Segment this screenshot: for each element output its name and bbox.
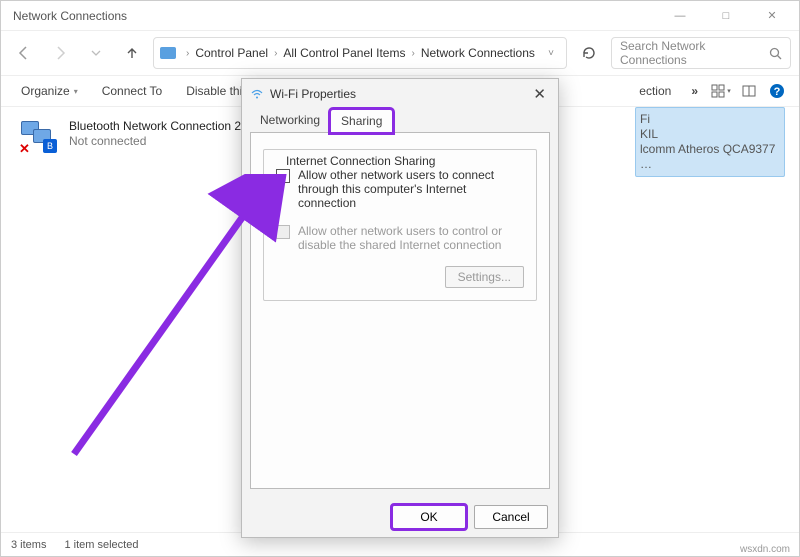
group-label: Internet Connection Sharing: [282, 154, 439, 168]
titlebar: Network Connections — □ ✕: [1, 1, 799, 31]
connect-to-button[interactable]: Connect To: [92, 80, 173, 102]
wifi-line1: Fi: [640, 112, 780, 127]
watermark: wsxdn.com: [740, 544, 790, 555]
nav-bar: › Control Panel › All Control Panel Item…: [1, 31, 799, 75]
truncated-label: ection: [639, 84, 671, 98]
dialog-buttons: OK Cancel: [242, 497, 558, 537]
minimize-button[interactable]: —: [657, 1, 703, 31]
tab-sharing[interactable]: Sharing: [330, 109, 393, 133]
breadcrumb-dropdown[interactable]: ˅: [542, 48, 560, 59]
search-placeholder: Search Network Connections: [620, 39, 763, 67]
window-title: Network Connections: [13, 9, 657, 23]
refresh-icon: [581, 45, 597, 61]
allow-connect-label: Allow other network users to connect thr…: [298, 168, 524, 210]
item-count: 3 items: [11, 539, 46, 551]
breadcrumb[interactable]: › Control Panel › All Control Panel Item…: [153, 37, 567, 69]
tab-networking[interactable]: Networking: [250, 109, 330, 133]
view-icons-button[interactable]: ▾: [709, 79, 733, 103]
ok-button[interactable]: OK: [392, 505, 466, 529]
breadcrumb-item[interactable]: All Control Panel Items: [283, 46, 405, 60]
view-details-button[interactable]: [737, 79, 761, 103]
dialog-title: Wi-Fi Properties: [270, 87, 356, 101]
wifi-icon: [250, 87, 264, 101]
allow-connect-row[interactable]: Allow other network users to connect thr…: [276, 168, 524, 210]
window-controls: — □ ✕: [657, 1, 795, 31]
help-button[interactable]: ?: [765, 79, 789, 103]
cancel-button[interactable]: Cancel: [474, 505, 548, 529]
refresh-button[interactable]: [573, 37, 605, 69]
overflow-menu[interactable]: »: [685, 84, 705, 98]
up-button[interactable]: [117, 38, 147, 68]
connection-wifi-partial[interactable]: Fi KIL lcomm Atheros QCA9377 …: [635, 107, 785, 177]
pc-icon: [160, 47, 176, 59]
dialog-titlebar: Wi-Fi Properties ✕: [242, 79, 558, 109]
allow-control-checkbox: [276, 225, 290, 239]
chevron-down-icon: [91, 48, 101, 58]
bluetooth-badge-icon: B: [43, 139, 57, 153]
allow-connect-checkbox[interactable]: [276, 169, 290, 183]
allow-control-label: Allow other network users to control or …: [298, 224, 524, 252]
recent-dropdown[interactable]: [81, 38, 111, 68]
organize-menu[interactable]: Organize▾: [11, 80, 88, 102]
breadcrumb-sep: ›: [270, 48, 281, 59]
forward-button[interactable]: [45, 38, 75, 68]
wifi-properties-dialog: Wi-Fi Properties ✕ Networking Sharing In…: [241, 78, 559, 538]
bluetooth-connection-icon: ✕ B: [19, 119, 59, 155]
wifi-line2: KIL: [640, 127, 780, 142]
close-button[interactable]: ✕: [749, 1, 795, 31]
settings-button: Settings...: [445, 266, 524, 288]
dialog-tabs: Networking Sharing: [242, 109, 558, 133]
sharing-group: Internet Connection Sharing Allow other …: [263, 149, 537, 301]
search-box[interactable]: Search Network Connections: [611, 37, 791, 69]
allow-control-row: Allow other network users to control or …: [276, 224, 524, 252]
dialog-body: Internet Connection Sharing Allow other …: [250, 132, 550, 489]
error-x-icon: ✕: [19, 141, 33, 155]
organize-label: Organize: [21, 84, 70, 98]
arrow-right-icon: [52, 45, 68, 61]
wifi-line3: lcomm Atheros QCA9377 …: [640, 142, 780, 172]
maximize-button[interactable]: □: [703, 1, 749, 31]
arrow-up-icon: [124, 45, 140, 61]
search-icon: [769, 47, 782, 60]
connection-status: Not connected: [69, 134, 241, 149]
connection-text: Bluetooth Network Connection 2 Not conne…: [69, 119, 241, 520]
breadcrumb-sep: ›: [182, 48, 193, 59]
breadcrumb-item[interactable]: Network Connections: [421, 46, 535, 60]
toolbar-truncated: ection: [639, 80, 681, 102]
connect-to-label: Connect To: [102, 84, 163, 98]
connection-name: Bluetooth Network Connection 2: [69, 119, 241, 134]
breadcrumb-item[interactable]: Control Panel: [195, 46, 268, 60]
breadcrumb-sep: ›: [407, 48, 418, 59]
panel-icon: [742, 84, 756, 98]
dialog-close-button[interactable]: ✕: [529, 85, 550, 103]
grid-icon: [711, 84, 725, 98]
svg-text:?: ?: [774, 86, 781, 98]
back-button[interactable]: [9, 38, 39, 68]
help-icon: ?: [769, 83, 785, 99]
arrow-left-icon: [16, 45, 32, 61]
selection-count: 1 item selected: [64, 539, 138, 551]
